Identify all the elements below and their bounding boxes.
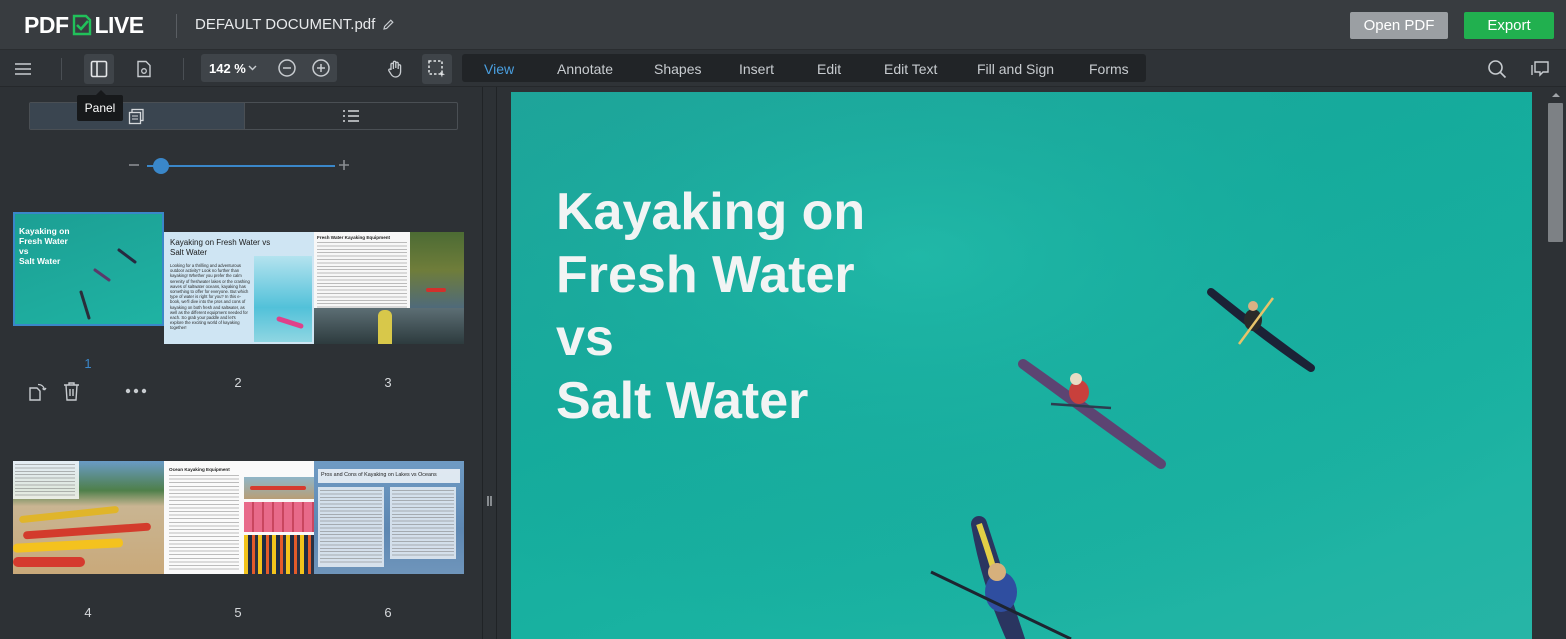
tab-edit[interactable]: Edit (817, 61, 841, 77)
thumbnail-4-kayak (13, 557, 85, 567)
thumbnail-5-image-paddles (244, 535, 314, 574)
scrollbar-thumb[interactable] (1548, 103, 1563, 242)
scroll-up-icon[interactable] (1551, 92, 1561, 98)
tab-view[interactable]: View (484, 61, 514, 77)
page-number-6: 6 (384, 605, 392, 620)
thumbnail-3-image-forest (410, 232, 464, 308)
tab-annotate[interactable]: Annotate (557, 61, 613, 77)
thumbnail-size-slider-handle[interactable] (153, 158, 169, 174)
logo-text-pdf: PDF (24, 11, 69, 38)
page-thumbnail-3[interactable]: Fresh Water Kayaking Equipment (314, 232, 464, 344)
page-number-4: 4 (84, 605, 92, 620)
thumbnail-1-title: Kayaking on Fresh Water vs Salt Water (19, 226, 70, 266)
top-bar: PDF LIVE DEFAULT DOCUMENT.pdf Open PDF E… (0, 0, 1566, 50)
zoom-control: 142 % (201, 54, 337, 82)
more-options-icon[interactable] (125, 388, 147, 394)
thumbnails-icon (128, 108, 144, 125)
thumbnail-2-image (254, 256, 312, 342)
thumbnail-5-image-kayaks (244, 477, 314, 499)
pencil-icon[interactable] (382, 18, 395, 31)
thumbnail-size-increase-icon[interactable] (338, 159, 350, 171)
outline-view-option[interactable] (245, 103, 457, 129)
thumbnail-5-text-lines (169, 475, 239, 571)
tab-shapes[interactable]: Shapes (654, 61, 701, 77)
select-tool-icon[interactable] (422, 54, 452, 84)
toolbar-divider (61, 58, 62, 80)
zoom-value[interactable]: 142 % (209, 61, 246, 76)
thumbnail-1-kayaks-image (79, 248, 137, 320)
thumbnail-6-left-column (318, 487, 384, 567)
page-thumbnail-6[interactable]: Pros and Cons of Kayaking on Lakes vs Oc… (314, 461, 464, 574)
page-thumbnail-1[interactable]: Kayaking on Fresh Water vs Salt Water (13, 212, 164, 326)
document-page: Kayaking on Fresh Water vs Salt Water (511, 92, 1532, 639)
comments-icon[interactable] (1525, 54, 1555, 84)
page-number-3: 3 (384, 375, 392, 390)
thumbnail-2-title: Kayaking on Fresh Water vs Salt Water (170, 238, 271, 257)
header-divider (176, 14, 177, 38)
tab-forms[interactable]: Forms (1089, 61, 1129, 77)
document-page-title: Kayaking on Fresh Water vs Salt Water (556, 183, 866, 430)
thumbnail-3-text-lines (317, 242, 407, 308)
page-thumbnail-5[interactable]: Ocean Kayaking Equipment (164, 461, 314, 574)
thumbnail-5-title: Ocean Kayaking Equipment (169, 467, 230, 472)
thumbnail-3-title: Fresh Water Kayaking Equipment (317, 235, 391, 240)
drag-handle-icon (487, 496, 492, 506)
thumbnail-5-image-vests (244, 502, 314, 532)
hand-tool-icon[interactable] (380, 54, 410, 84)
tab-edit-text[interactable]: Edit Text (884, 61, 937, 77)
thumbnail-4-kayak (18, 505, 120, 524)
thumbnail-4-kayak (13, 538, 124, 553)
toolbar-divider (183, 58, 184, 80)
zoom-in-icon[interactable] (311, 58, 331, 78)
document-name[interactable]: DEFAULT DOCUMENT.pdf (195, 16, 395, 33)
tab-fill-and-sign[interactable]: Fill and Sign (977, 61, 1054, 77)
search-icon[interactable] (1482, 54, 1512, 84)
tab-bar: View Annotate Shapes Insert Edit Edit Te… (462, 54, 1146, 82)
thumbnail-2-body: Looking for a thrilling and adventurous … (170, 263, 250, 331)
thumbnail-size-slider-track[interactable] (147, 165, 335, 167)
logo-document-icon (72, 14, 91, 36)
page-number-5: 5 (234, 605, 242, 620)
zoom-out-icon[interactable] (277, 58, 297, 78)
toolbar: 142 % View Annotate Shapes Insert Edit E… (0, 50, 1566, 87)
thumbnail-6-title: Pros and Cons of Kayaking on Lakes vs Oc… (321, 472, 437, 478)
panel-tooltip: Panel (77, 90, 123, 121)
page-thumbnail-2[interactable]: Kayaking on Fresh Water vs Salt Water Lo… (164, 232, 314, 344)
logo-text-live: LIVE (94, 11, 145, 38)
app-logo[interactable]: PDF LIVE (24, 12, 144, 38)
thumbnail-6-title-box: Pros and Cons of Kayaking on Lakes vs Oc… (318, 469, 460, 483)
delete-page-icon[interactable] (63, 381, 80, 401)
thumbnail-4-text-box (13, 461, 79, 499)
thumbnail-4-kayak (22, 522, 152, 540)
list-icon (343, 110, 359, 122)
page-number-1: 1 (84, 356, 92, 371)
rotate-page-icon[interactable] (28, 382, 47, 402)
document-name-label: DEFAULT DOCUMENT.pdf (195, 16, 376, 33)
thumbnail-3-image-river (314, 308, 464, 344)
page-thumbnail-4[interactable] (13, 461, 164, 574)
chevron-down-icon[interactable] (248, 65, 257, 71)
menu-icon[interactable] (8, 54, 38, 84)
thumbnail-6-right-column (390, 487, 456, 559)
panel-resize-handle[interactable] (482, 87, 497, 639)
document-settings-icon[interactable] (129, 54, 159, 84)
page-number-2: 2 (234, 375, 242, 390)
open-pdf-button[interactable]: Open PDF (1350, 12, 1448, 39)
thumbnail-view-option[interactable] (30, 103, 244, 129)
export-button[interactable]: Export (1464, 12, 1554, 39)
tab-insert[interactable]: Insert (739, 61, 774, 77)
thumbnail-size-decrease-icon[interactable] (128, 160, 140, 170)
panel-toggle-icon[interactable] (84, 54, 114, 84)
